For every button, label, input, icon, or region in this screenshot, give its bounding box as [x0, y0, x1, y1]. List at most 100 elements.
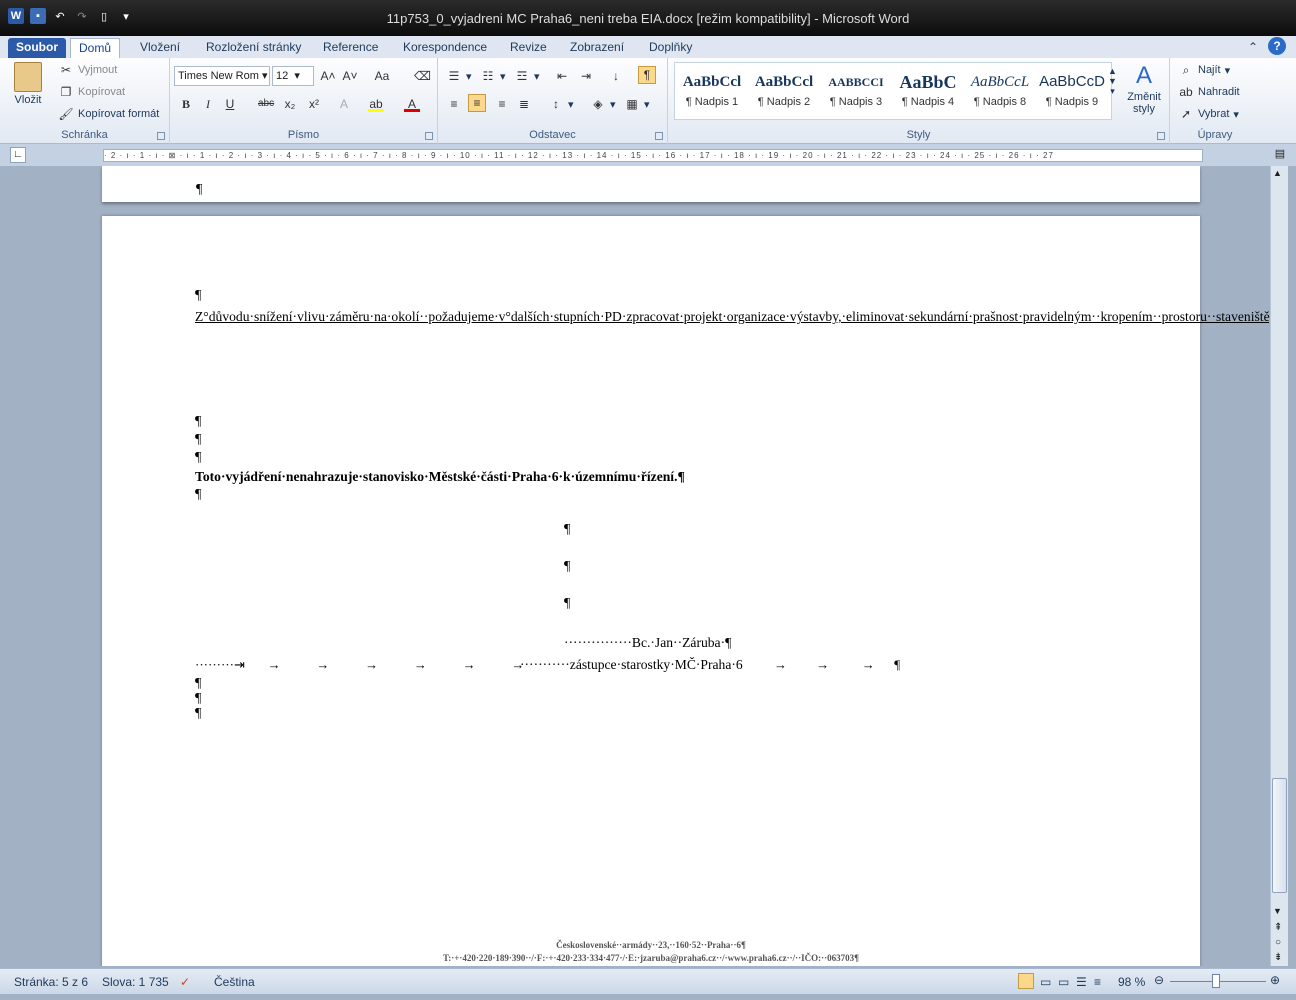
- scroll-down-arrow-icon[interactable]: ▼: [1273, 906, 1282, 916]
- align-right-button[interactable]: ≡: [494, 96, 510, 112]
- format-painter-button[interactable]: 🖌 Kopírovat formát: [58, 106, 159, 122]
- language-indicator[interactable]: Čeština: [214, 975, 255, 989]
- change-case-button[interactable]: Aa: [374, 68, 390, 84]
- print-layout-view-icon[interactable]: [1018, 973, 1034, 989]
- tab-references[interactable]: Reference: [315, 38, 386, 58]
- scissors-icon: ✂: [60, 63, 72, 77]
- minimize-ribbon-icon[interactable]: ⌃: [1246, 38, 1260, 58]
- font-group-label: Písmo: [287, 129, 320, 141]
- clipboard-dialog-launcher[interactable]: [157, 132, 165, 140]
- page-current[interactable]: ¶ Z°důvodu·snížení·vlivu·záměru·na·okolí…: [102, 216, 1270, 966]
- scroll-up-arrow-icon[interactable]: ▲: [1273, 168, 1282, 178]
- styles-dialog-launcher[interactable]: [1157, 132, 1165, 140]
- copy-label: Kopírovat: [78, 86, 126, 98]
- style-heading-9[interactable]: AaBbCcD ¶ Nadpis 9: [1036, 64, 1108, 120]
- previous-page-icon[interactable]: ⇞: [1274, 922, 1282, 933]
- select-browse-object-icon[interactable]: ○: [1275, 937, 1281, 948]
- text-effects-button[interactable]: A: [336, 96, 352, 112]
- outline-view-icon[interactable]: ☰: [1076, 975, 1087, 989]
- numbering-button[interactable]: ☷ ▾: [480, 68, 506, 84]
- borders-icon: ▦: [626, 97, 638, 111]
- show-formatting-marks-button[interactable]: ¶: [638, 66, 656, 84]
- tab-file[interactable]: Soubor: [8, 38, 66, 58]
- tab-review[interactable]: Revize: [502, 38, 555, 58]
- multilevel-list-button[interactable]: ☲ ▾: [514, 68, 540, 84]
- full-screen-reading-view-icon[interactable]: ▭: [1040, 975, 1051, 989]
- help-icon[interactable]: ?: [1268, 37, 1286, 55]
- change-styles-button[interactable]: A Změnit styly: [1124, 62, 1164, 115]
- decrease-indent-icon: ⇤: [556, 69, 568, 83]
- tab-home[interactable]: Domů: [70, 38, 121, 58]
- styles-gallery-scroll[interactable]: ▲ ▼ ▾: [1108, 66, 1117, 97]
- strikethrough-button[interactable]: abc: [258, 96, 274, 112]
- horizontal-ruler[interactable]: · 2 · ı · 1 · ı · ⊠ · ı · 1 · ı · 2 · ı …: [103, 149, 1203, 162]
- draft-view-icon[interactable]: ≡: [1094, 975, 1101, 989]
- tab-insert[interactable]: Vložení: [132, 38, 188, 58]
- tab-page-layout[interactable]: Rozložení stránky: [198, 38, 309, 58]
- tab-mailings[interactable]: Korespondence: [395, 38, 495, 58]
- bold-statement[interactable]: Toto·vyjádření·nenahrazuje·stanovisko·Mě…: [195, 469, 685, 485]
- sort-icon: ↓: [613, 69, 619, 83]
- increase-indent-button[interactable]: ⇥: [578, 68, 594, 84]
- paste-button[interactable]: Vložit: [14, 62, 42, 106]
- font-color-button[interactable]: A: [404, 96, 420, 112]
- page-indicator[interactable]: Stránka: 5 z 6: [14, 975, 88, 989]
- align-center-button[interactable]: ≡: [468, 94, 486, 112]
- paragraph-dialog-launcher[interactable]: [655, 132, 663, 140]
- style-heading-2[interactable]: AaBbCcl ¶ Nadpis 2: [748, 64, 820, 120]
- line-spacing-button[interactable]: ↕ ▾: [548, 96, 574, 112]
- font-dialog-launcher[interactable]: [425, 132, 433, 140]
- replace-button[interactable]: ab Nahradit: [1178, 84, 1239, 100]
- scroll-thumb[interactable]: [1272, 778, 1287, 893]
- pilcrow-mark: ¶: [564, 522, 571, 537]
- font-size-combo[interactable]: 12 ▾: [272, 66, 314, 86]
- word-count[interactable]: Slova: 1 735: [102, 975, 169, 989]
- style-heading-3[interactable]: AABBCCI ¶ Nadpis 3: [820, 64, 892, 120]
- style-heading-4[interactable]: AaBbC ¶ Nadpis 4: [892, 64, 964, 120]
- next-page-icon[interactable]: ⇟: [1274, 952, 1282, 963]
- paint-bucket-icon: ◈: [593, 97, 603, 111]
- highlight-button[interactable]: ab: [368, 96, 384, 112]
- italic-button[interactable]: I: [200, 96, 216, 112]
- styles-group: AaBbCcl ¶ Nadpis 1 AaBbCcl ¶ Nadpis 2 AA…: [668, 58, 1170, 144]
- web-layout-view-icon[interactable]: ▭: [1058, 975, 1069, 989]
- cut-button[interactable]: ✂ Vyjmout: [58, 62, 117, 78]
- shrink-font-button[interactable]: A˅: [342, 68, 358, 84]
- copy-button[interactable]: ❐ Kopírovat: [58, 84, 125, 100]
- zoom-level[interactable]: 98 %: [1118, 975, 1145, 989]
- sort-button[interactable]: ↓: [608, 68, 624, 84]
- underline-button[interactable]: U: [222, 96, 238, 112]
- select-button[interactable]: ➚ Vybrat ▾: [1178, 106, 1239, 122]
- tab-selector-icon[interactable]: ∟: [10, 147, 26, 163]
- font-name-combo[interactable]: Times New Rom ▾: [174, 66, 270, 86]
- find-label: Najít: [1198, 64, 1221, 76]
- page-previous: ¶: [102, 166, 1200, 202]
- borders-button[interactable]: ▦ ▾: [624, 96, 649, 112]
- shading-button[interactable]: ◈ ▾: [590, 96, 615, 112]
- zoom-out-icon[interactable]: ⊖: [1154, 973, 1164, 987]
- zoom-slider-thumb[interactable]: [1212, 974, 1220, 988]
- style-heading-1[interactable]: AaBbCcl ¶ Nadpis 1: [676, 64, 748, 120]
- style-heading-8[interactable]: AaBbCcL ¶ Nadpis 8: [964, 64, 1036, 120]
- superscript-button[interactable]: x²: [306, 96, 322, 112]
- bold-button[interactable]: B: [178, 96, 194, 112]
- align-left-button[interactable]: ≡: [446, 96, 462, 112]
- find-button[interactable]: ⌕ Najít ▾: [1178, 62, 1231, 78]
- superscript-icon: x²: [309, 97, 319, 111]
- clear-formatting-button[interactable]: ⌫: [414, 68, 431, 84]
- main-paragraph[interactable]: Z°důvodu·snížení·vlivu·záměru·na·okolí··…: [195, 308, 1270, 326]
- decrease-indent-button[interactable]: ⇤: [554, 68, 570, 84]
- tab-addins[interactable]: Doplňky: [641, 38, 700, 58]
- vertical-scrollbar[interactable]: ▲ ▼ ⇞ ○ ⇟: [1270, 166, 1288, 966]
- proofing-icon[interactable]: ✓: [180, 975, 190, 989]
- subscript-button[interactable]: x₂: [282, 96, 298, 112]
- bullets-button[interactable]: ☰ ▾: [446, 68, 472, 84]
- zoom-in-icon[interactable]: ⊕: [1270, 973, 1280, 987]
- signature-name[interactable]: ···············Bc.·Jan··Záruba·¶: [564, 635, 731, 651]
- view-ruler-icon[interactable]: ▤: [1272, 147, 1288, 163]
- tab-view[interactable]: Zobrazení: [562, 38, 632, 58]
- justify-button[interactable]: ≣: [516, 96, 532, 112]
- pilcrow-mark: ¶: [195, 691, 202, 706]
- grow-font-button[interactable]: A˄: [320, 68, 336, 84]
- signature-title[interactable]: ···········zástupce·starostky·MČ·Praha·6: [520, 657, 743, 673]
